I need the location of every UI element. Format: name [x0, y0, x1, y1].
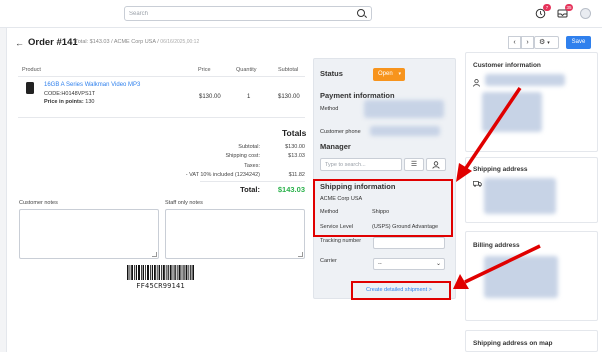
shipping-info-title: Shipping information — [320, 182, 396, 191]
vat-value: $11.82 — [288, 172, 305, 178]
save-button[interactable]: Save — [566, 36, 591, 49]
gear-icon: ⚙ — [539, 39, 546, 46]
user-avatar[interactable] — [580, 8, 591, 19]
assign-manager-button[interactable] — [426, 158, 446, 171]
customer-info-title: Customer information — [473, 62, 541, 69]
shipping-map-title: Shipping address on map — [473, 340, 553, 347]
redacted-customer-details — [482, 92, 542, 132]
customer-phone-label: Customer phone — [320, 129, 361, 135]
column-header-product: Product — [22, 67, 41, 73]
search-input[interactable] — [129, 8, 349, 19]
billing-address-title: Billing address — [473, 242, 520, 249]
person-icon — [432, 161, 440, 169]
column-header-price: Price — [198, 67, 211, 73]
settings-dropdown-button[interactable]: ⚙ ▾ — [534, 36, 559, 49]
shipping-method-value: Shippo — [372, 209, 390, 215]
page-title: Order #141 — [28, 37, 78, 48]
customer-notes-textarea[interactable] — [19, 209, 159, 259]
chevron-right-icon: › — [526, 39, 529, 46]
list-icon: ☰ — [410, 161, 418, 168]
table-divider — [18, 117, 305, 118]
product-points: Price in points: 130 — [44, 99, 94, 105]
top-bar: 7 35 — [0, 0, 602, 28]
order-meta: Total: $143.03 / ACME Corp USA / 06/16/2… — [75, 39, 199, 45]
tracking-number-input[interactable] — [373, 237, 445, 249]
barcode-image — [127, 265, 194, 280]
column-header-subtotal: Subtotal — [278, 67, 299, 73]
total-value: $143.03 — [277, 185, 305, 194]
status-dropdown[interactable]: Open — [373, 68, 405, 81]
status-label: Status — [320, 69, 343, 78]
manager-search[interactable] — [320, 158, 402, 171]
redacted-billing-address — [484, 256, 558, 298]
tracking-number-label: Tracking number — [320, 238, 362, 244]
barcode-text: FF45CR99141 — [136, 282, 185, 290]
create-detailed-shipment-link[interactable]: Create detailed shipment > — [366, 287, 432, 293]
manager-search-input[interactable] — [325, 160, 399, 170]
totals-divider — [200, 181, 305, 182]
left-sidebar-strip — [0, 28, 7, 352]
customer-notes-label: Customer notes — [19, 200, 58, 206]
product-subtotal: $130.00 — [278, 94, 300, 100]
payment-info-title: Payment information — [320, 91, 395, 100]
table-divider — [18, 76, 305, 77]
notifications-button[interactable]: 7 — [535, 4, 551, 19]
shipping-cost-label: Shipping cost: — [225, 153, 260, 159]
total-label: Total: — [240, 185, 260, 194]
messages-badge: 35 — [565, 4, 573, 11]
shipping-cost-value: $13.03 — [288, 153, 305, 159]
manager-title: Manager — [320, 142, 351, 151]
product-name-link[interactable]: 16GB A Series Walkman Video MP3 — [44, 82, 140, 88]
redacted-customer-name — [485, 74, 565, 86]
redacted-customer-phone — [370, 126, 440, 136]
person-icon — [473, 79, 480, 87]
chevron-down-icon: ▾ — [547, 40, 550, 46]
subtotal-value: $130.00 — [285, 144, 305, 150]
redacted-shipping-address — [484, 178, 556, 214]
service-level-label: Service Level — [320, 224, 354, 230]
carrier-label: Carrier — [320, 258, 337, 264]
order-date: 06/16/2025,00:12 — [160, 39, 200, 45]
staff-notes-label: Staff only notes — [165, 200, 203, 206]
product-code: CODE:H0148VPS1T — [44, 91, 96, 97]
staff-notes-textarea[interactable] — [165, 209, 305, 259]
messages-button[interactable]: 35 — [557, 4, 573, 19]
product-thumbnail[interactable] — [26, 82, 34, 94]
totals-title: Totals — [282, 128, 307, 138]
search-icon[interactable] — [357, 9, 365, 17]
product-price: $130.00 — [199, 94, 221, 100]
carrier-select[interactable]: -- ⌄ — [373, 258, 445, 270]
back-arrow-icon[interactable]: ← — [15, 38, 24, 48]
shipping-address-title: Shipping address — [473, 166, 528, 173]
shipping-method-label: Method — [320, 209, 339, 215]
carrier-select-value: -- — [378, 261, 382, 267]
manager-list-button[interactable]: ☰ — [404, 158, 424, 171]
order-total-meta: Total: $143.03 / ACME Corp USA / — [75, 39, 161, 45]
service-level-value: (USPS) Ground Advantage — [372, 224, 439, 230]
previous-order-button[interactable]: ‹ — [508, 36, 521, 49]
truck-icon — [473, 181, 482, 187]
column-header-quantity: Quantity — [236, 67, 257, 73]
resize-handle-icon[interactable] — [152, 252, 157, 257]
resize-handle-icon[interactable] — [298, 252, 303, 257]
redacted-payment-method — [364, 100, 444, 118]
points-label: Price in points: — [44, 99, 84, 105]
shipping-company: ACME Corp USA — [320, 196, 363, 202]
payment-method-label: Method — [320, 106, 339, 112]
chevron-left-icon: ‹ — [513, 39, 516, 46]
vat-label: - VAT 10% included (1234242) — [185, 172, 260, 178]
next-order-button[interactable]: › — [521, 36, 534, 49]
taxes-label: Taxes: — [244, 163, 260, 169]
product-quantity: 1 — [247, 94, 251, 100]
subtotal-label: Subtotal: — [238, 144, 260, 150]
points-value: 130 — [85, 99, 95, 105]
chevron-down-icon: ⌄ — [435, 261, 441, 267]
notification-badge: 7 — [543, 4, 551, 11]
search-box[interactable] — [124, 6, 372, 21]
